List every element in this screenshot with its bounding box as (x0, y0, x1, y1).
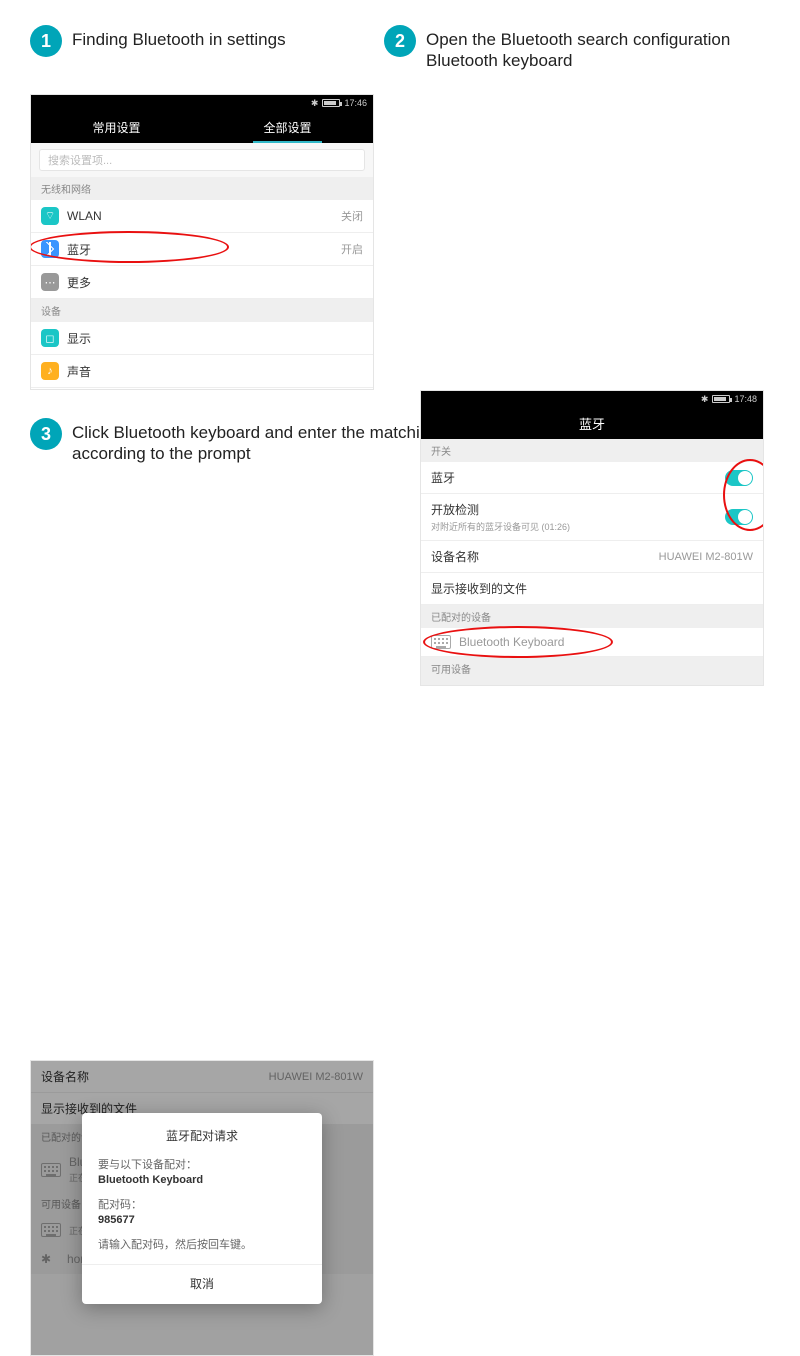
tab-all-settings[interactable]: 全部设置 (202, 111, 373, 143)
bluetooth-icon (41, 240, 59, 258)
screenshot-settings: ✱ 17:46 常用设置 全部设置 搜索设置项... 无线和网络 ⌔ WLAN … (30, 94, 374, 390)
status-time: 17:48 (734, 394, 757, 404)
row-wlan[interactable]: ⌔ WLAN 关闭 (31, 200, 373, 233)
sound-label: 声音 (67, 363, 363, 380)
row-more[interactable]: ⋯ 更多 (31, 266, 373, 299)
cancel-button[interactable]: 取消 (82, 1264, 322, 1294)
pairing-code: 985677 (98, 1214, 306, 1226)
code-label: 配对码： (98, 1196, 306, 1212)
screenshot-pairing-dialog: 设备名称 HUAWEI M2-801W 显示接收到的文件 已配对的设备 Blue… (30, 1060, 374, 1356)
row-device-name[interactable]: 设备名称 HUAWEI M2-801W (421, 541, 763, 573)
status-bar: ✱ 17:48 (421, 391, 763, 407)
step-2-text: Open the Bluetooth search configuration … (426, 25, 784, 72)
bt-toggle[interactable] (725, 470, 753, 486)
sound-icon: ♪ (41, 362, 59, 380)
row-visibility-toggle[interactable]: 开放检测 对附近所有的蓝牙设备可见 (01:26) (421, 494, 763, 541)
bluetooth-status-icon: ✱ (701, 394, 709, 405)
section-paired: 已配对的设备 (421, 605, 763, 628)
visibility-toggle[interactable] (725, 509, 753, 525)
settings-tabs: 常用设置 全部设置 (31, 111, 373, 143)
wifi-icon: ⌔ (41, 207, 59, 225)
row-storage[interactable]: ◔ 存储 (31, 388, 373, 390)
visibility-sub: 对附近所有的蓝牙设备可见 (01:26) (431, 520, 725, 533)
modal-overlay: 蓝牙配对请求 要与以下设备配对： Bluetooth Keyboard 配对码：… (31, 1061, 373, 1355)
keyboard-name: Bluetooth Keyboard (459, 635, 753, 649)
visibility-label: 开放检测 对附近所有的蓝牙设备可见 (01:26) (431, 501, 725, 533)
row-available-device[interactable] (421, 680, 763, 686)
battery-icon (712, 395, 730, 403)
status-time: 17:46 (344, 98, 367, 108)
wlan-label: WLAN (67, 209, 341, 223)
bluetooth-value: 开启 (341, 241, 363, 257)
more-icon: ⋯ (41, 273, 59, 291)
device-name-label: 设备名称 (431, 548, 659, 565)
dialog-title: 蓝牙配对请求 (98, 1127, 306, 1144)
bluetooth-label: 蓝牙 (67, 241, 341, 258)
row-display[interactable]: ◻ 显示 (31, 322, 373, 355)
pair-with-label: 要与以下设备配对： (98, 1156, 306, 1172)
display-label: 显示 (67, 330, 363, 347)
row-bluetooth[interactable]: 蓝牙 开启 (31, 233, 373, 266)
step-1-header: 1 Finding Bluetooth in settings (30, 25, 286, 57)
section-device: 设备 (31, 299, 373, 322)
search-placeholder: 搜索设置项... (48, 152, 112, 168)
settings-search-input[interactable]: 搜索设置项... (39, 149, 365, 171)
row-received-files[interactable]: 显示接收到的文件 (421, 573, 763, 605)
screenshot-bluetooth-page: ✱ 17:48 蓝牙 开关 蓝牙 开放检测 对附近所有的蓝牙设备可见 (01:2… (420, 390, 764, 686)
section-wireless: 无线和网络 (31, 177, 373, 200)
step-1-text: Finding Bluetooth in settings (72, 25, 286, 50)
status-bar: ✱ 17:46 (31, 95, 373, 111)
dialog-hint: 请输入配对码，然后按回车键。 (98, 1236, 306, 1252)
step-3-badge: 3 (30, 418, 62, 450)
device-name-value: HUAWEI M2-801W (659, 551, 753, 563)
row-paired-keyboard[interactable]: Bluetooth Keyboard (421, 628, 763, 657)
received-files-label: 显示接收到的文件 (431, 580, 753, 597)
pair-device-name: Bluetooth Keyboard (98, 1174, 306, 1186)
step-1-badge: 1 (30, 25, 62, 57)
tab-common-settings[interactable]: 常用设置 (31, 111, 202, 143)
step-2-badge: 2 (384, 25, 416, 57)
display-icon: ◻ (41, 329, 59, 347)
page-title-bluetooth: 蓝牙 (421, 407, 763, 439)
more-label: 更多 (67, 274, 363, 291)
row-bt-toggle[interactable]: 蓝牙 (421, 462, 763, 494)
step-2-header: 2 Open the Bluetooth search configuratio… (384, 25, 784, 72)
wlan-value: 关闭 (341, 208, 363, 224)
bluetooth-status-icon: ✱ (311, 98, 319, 109)
pairing-dialog: 蓝牙配对请求 要与以下设备配对： Bluetooth Keyboard 配对码：… (82, 1113, 322, 1304)
bt-toggle-label: 蓝牙 (431, 469, 725, 486)
keyboard-icon (431, 635, 451, 649)
row-sound[interactable]: ♪ 声音 (31, 355, 373, 388)
battery-icon (322, 99, 340, 107)
section-switch: 开关 (421, 439, 763, 462)
section-available: 可用设备 (421, 657, 763, 680)
